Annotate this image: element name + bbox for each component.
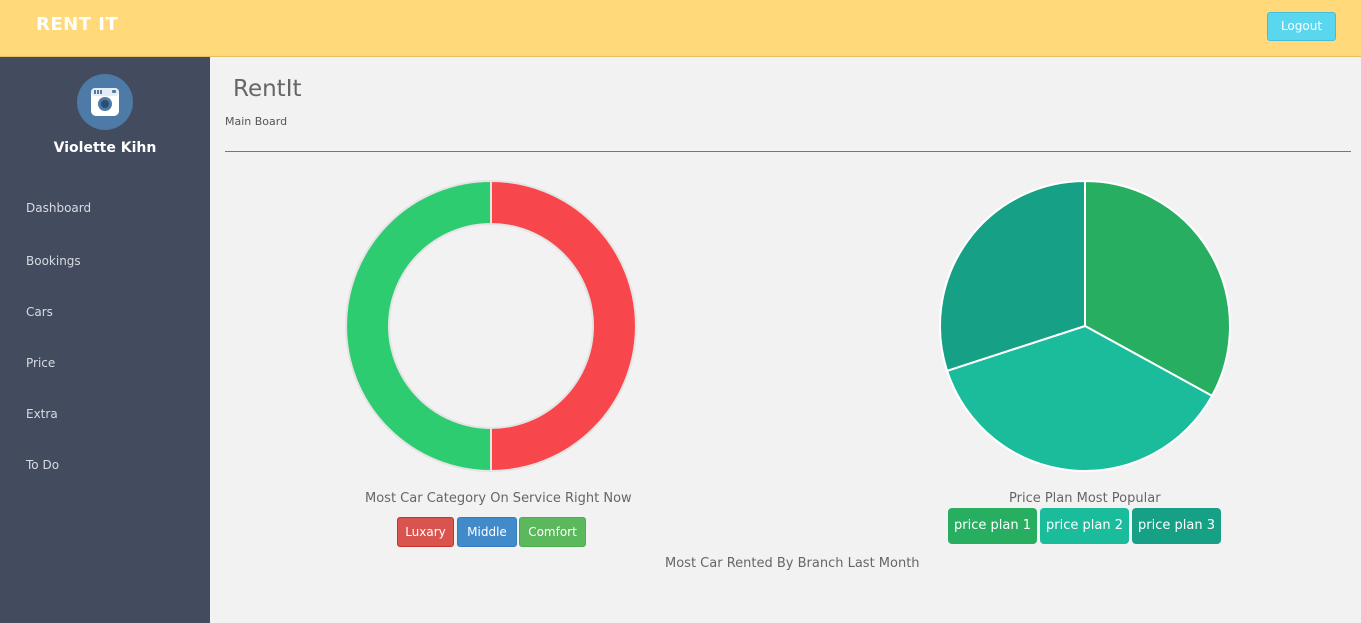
top-bar: RENT IT Logout — [0, 0, 1361, 57]
divider — [225, 151, 1351, 152]
slice-comfort[interactable] — [345, 179, 492, 473]
legend-comfort-button[interactable]: Comfort — [519, 517, 586, 547]
branch-chart-caption: Most Car Rented By Branch Last Month — [665, 556, 920, 571]
user-name: Violette Kihn — [53, 140, 157, 156]
sidebar: Violette Kihn Dashboard Bookings Cars Pr… — [0, 57, 210, 623]
brand-logo[interactable]: RENT IT — [36, 14, 118, 35]
sidebar-item-extra[interactable]: Extra — [26, 407, 58, 421]
price-plan-2-button[interactable]: price plan 2 — [1040, 508, 1129, 544]
breadcrumb: Main Board — [225, 115, 288, 128]
price-plan-1-button[interactable]: price plan 1 — [948, 508, 1037, 544]
car-category-caption: Most Car Category On Service Right Now — [365, 491, 632, 506]
slice-luxary[interactable] — [490, 179, 637, 473]
legend-luxary-button[interactable]: Luxary — [397, 517, 454, 547]
price-plan-3-button[interactable]: price plan 3 — [1132, 508, 1221, 544]
legend-middle-button[interactable]: Middle — [457, 517, 517, 547]
sidebar-item-todo[interactable]: To Do — [26, 458, 59, 472]
main-content: RentIt Main Board Most Car Category On S… — [210, 57, 1361, 623]
sidebar-item-dashboard[interactable]: Dashboard — [26, 201, 91, 215]
sidebar-item-cars[interactable]: Cars — [26, 305, 53, 319]
camera-icon — [91, 88, 119, 116]
car-category-doughnut-chart — [345, 179, 637, 473]
sidebar-item-bookings[interactable]: Bookings — [26, 254, 81, 268]
sidebar-item-price[interactable]: Price — [26, 356, 55, 370]
logout-button[interactable]: Logout — [1267, 12, 1336, 41]
page-title: RentIt — [233, 76, 302, 102]
price-plan-pie-chart — [939, 179, 1231, 472]
price-plan-caption: Price Plan Most Popular — [1009, 491, 1161, 506]
avatar[interactable] — [77, 74, 133, 130]
